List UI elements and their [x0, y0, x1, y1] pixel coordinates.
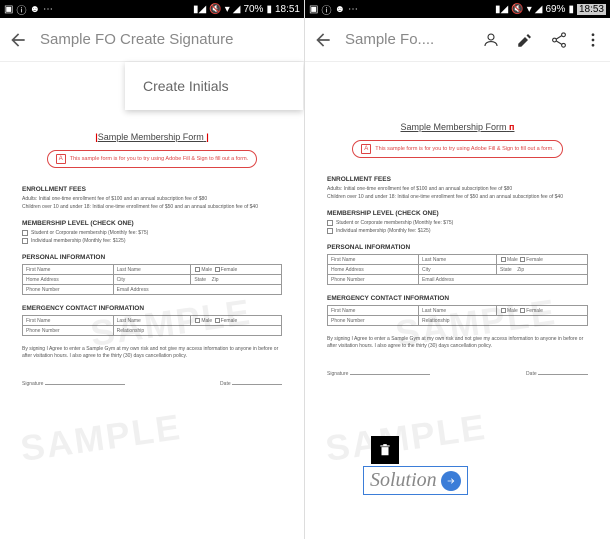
arrow-right-icon[interactable] — [441, 471, 461, 491]
menu-create-initials[interactable]: Create Initials — [125, 62, 303, 110]
membership-opt2[interactable]: Individual membership (Monthly fee: $125… — [22, 238, 282, 244]
date-field[interactable] — [232, 377, 282, 385]
signature-field[interactable] — [45, 377, 125, 385]
info-icon: ⓘ — [16, 2, 26, 17]
page-title: Sample FO Create Signature — [40, 31, 296, 48]
emergency-title: EMERGENCY CONTACT INFORMATION — [22, 305, 282, 312]
membership-opt2[interactable]: Individual membership (Monthly fee: $125… — [327, 228, 588, 234]
status-bar: ▣ ⓘ ☻ ⋯ ▮◢ 🔇 ▾ ◢ 70% ▮ 18:51 — [0, 0, 304, 18]
emergency-title: EMERGENCY CONTACT INFORMATION — [327, 295, 588, 302]
info-pill: AThis sample form is for you to try usin… — [47, 150, 258, 168]
vibrate-icon: ▮◢ — [495, 4, 508, 15]
doc-title: |Sample Membership Form | — [22, 132, 282, 142]
smile-icon: ☻ — [334, 4, 345, 15]
more-icon: ⋯ — [43, 4, 53, 15]
emergency-table[interactable]: First NameLast NameMale Female Phone Num… — [22, 315, 282, 336]
app-header: Sample FO Create Signature — [0, 18, 304, 62]
enrollment-line1: Adults: Initial one-time enrollment fee … — [22, 196, 282, 202]
enrollment-line2: Children over 10 and under 18: Initial o… — [22, 204, 282, 210]
checkbox-icon[interactable] — [327, 220, 333, 226]
signal-icon: ◢ — [535, 4, 543, 15]
battery-text: 69% — [545, 4, 565, 15]
battery-text: 70% — [243, 4, 263, 15]
personal-title: PERSONAL INFORMATION — [327, 244, 588, 251]
image-icon: ▣ — [4, 4, 13, 15]
mute-icon: 🔇 — [511, 4, 523, 15]
checkbox-icon[interactable] — [327, 228, 333, 234]
wifi-icon: ▾ — [527, 4, 532, 15]
clock: 18:53 — [577, 4, 606, 15]
image-icon: ▣ — [309, 4, 318, 15]
signature-row: Signature Date — [22, 377, 282, 387]
page-title: Sample Fo.... — [345, 31, 482, 48]
document-area[interactable]: SAMPLE SAMPLE |Sample Membership Form | … — [0, 62, 304, 539]
enrollment-line1: Adults: Initial one-time enrollment fee … — [327, 186, 588, 192]
wifi-icon: ▾ — [225, 4, 230, 15]
personal-title: PERSONAL INFORMATION — [22, 254, 282, 261]
info-icon: ⓘ — [321, 2, 331, 17]
enrollment-line2: Children over 10 and under 18: Initial o… — [327, 194, 588, 200]
emergency-table[interactable]: First NameLast NameMale Female Phone Num… — [327, 305, 588, 326]
a-icon: A — [361, 144, 371, 154]
battery-icon: ▮ — [568, 4, 574, 15]
trash-icon — [378, 443, 392, 457]
signature-overlay: Solution — [363, 436, 468, 495]
signature-text-box[interactable]: Solution — [363, 466, 468, 495]
signature-field[interactable] — [350, 367, 430, 375]
back-arrow-icon[interactable] — [8, 30, 28, 50]
membership-title: MEMBERSHIP LEVEL (CHECK ONE) — [22, 220, 282, 227]
profile-icon[interactable] — [482, 31, 500, 49]
watermark: SAMPLE — [18, 406, 184, 470]
sign-icon[interactable] — [516, 31, 534, 49]
smile-icon: ☻ — [29, 4, 40, 15]
app-header: Sample Fo.... — [305, 18, 610, 62]
checkbox-icon[interactable] — [22, 230, 28, 236]
signature-row: Signature Date — [327, 367, 588, 377]
personal-table[interactable]: First NameLast NameMale Female Home Addr… — [22, 264, 282, 295]
membership-opt1[interactable]: Student or Corporate membership (Monthly… — [327, 220, 588, 226]
a-icon: A — [56, 154, 66, 164]
clock: 18:51 — [275, 4, 300, 15]
info-pill: AThis sample form is for you to try usin… — [352, 140, 563, 158]
more-icon: ⋯ — [348, 4, 358, 15]
menu-popup: Create Initials — [125, 62, 303, 110]
doc-title: Sample Membership Form п — [327, 122, 588, 132]
mute-icon: 🔇 — [209, 4, 221, 15]
signature-text: Solution — [370, 469, 437, 492]
enrollment-title: ENROLLMENT FEES — [22, 186, 282, 193]
agreement-text: By signing I Agree to enter a Sample Gym… — [22, 346, 282, 359]
membership-opt1[interactable]: Student or Corporate membership (Monthly… — [22, 230, 282, 236]
enrollment-title: ENROLLMENT FEES — [327, 176, 588, 183]
menu-dots-icon[interactable] — [584, 31, 602, 49]
status-bar: ▣ ⓘ ☻ ⋯ ▮◢ 🔇 ▾ ◢ 69% ▮ 18:53 — [305, 0, 610, 18]
signal-icon: ◢ — [233, 4, 241, 15]
checkbox-icon[interactable] — [22, 238, 28, 244]
battery-icon: ▮ — [266, 4, 272, 15]
document-area[interactable]: SAMPLE SAMPLE Sample Membership Form п A… — [305, 62, 610, 539]
date-field[interactable] — [538, 367, 588, 375]
membership-title: MEMBERSHIP LEVEL (CHECK ONE) — [327, 210, 588, 217]
vibrate-icon: ▮◢ — [193, 4, 206, 15]
personal-table[interactable]: First NameLast NameMale Female Home Addr… — [327, 254, 588, 285]
delete-signature-button[interactable] — [371, 436, 399, 464]
agreement-text: By signing I Agree to enter a Sample Gym… — [327, 336, 588, 349]
back-arrow-icon[interactable] — [313, 30, 333, 50]
share-icon[interactable] — [550, 31, 568, 49]
